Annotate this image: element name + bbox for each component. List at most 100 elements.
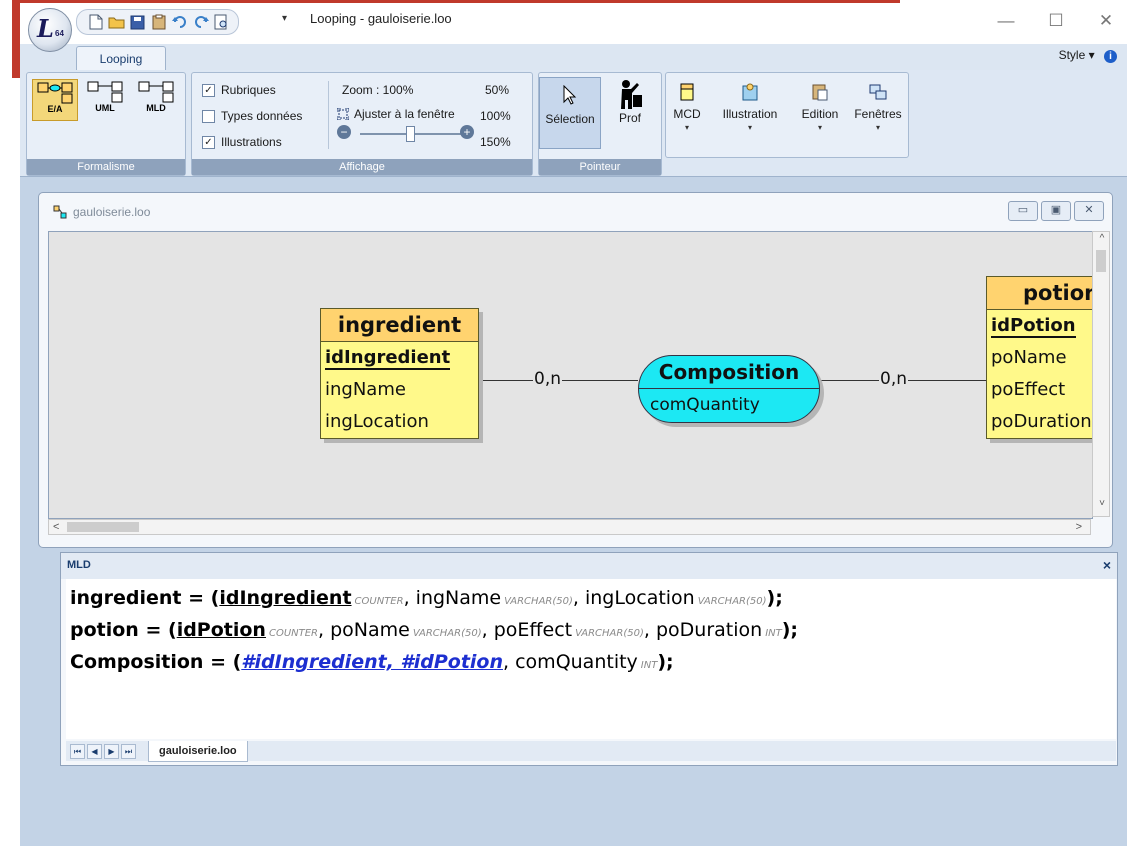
- illustration-menu-button[interactable]: Illustration ▾: [710, 77, 790, 153]
- formalism-ea-label: E/A: [47, 104, 63, 114]
- close-button[interactable]: ✕: [1086, 8, 1126, 34]
- mld-close-button[interactable]: ×: [1103, 557, 1111, 573]
- app-logo-button[interactable]: L 64: [28, 8, 72, 52]
- field-name: ingName: [415, 587, 502, 609]
- entity-potion[interactable]: potion idPotion poName poEffect poDurati…: [986, 276, 1092, 439]
- field-name: poDuration: [655, 619, 763, 641]
- scroll-left-button[interactable]: <: [53, 520, 59, 534]
- minimize-button[interactable]: —: [986, 8, 1026, 34]
- zoom-in-button[interactable]: +: [460, 125, 474, 139]
- horizontal-scroll-thumb[interactable]: [67, 522, 139, 532]
- field-separator: ,: [503, 651, 516, 673]
- doc-minimize-button[interactable]: ▭: [1008, 201, 1038, 221]
- checkbox-rubriques[interactable]: ✓ Rubriques: [202, 79, 276, 101]
- edition-menu-button[interactable]: Edition ▾: [794, 77, 846, 153]
- formalism-uml-button[interactable]: UML: [83, 79, 127, 119]
- quick-access-toolbar: [76, 9, 239, 35]
- redo-icon[interactable]: [192, 14, 209, 31]
- undo-icon[interactable]: [171, 14, 188, 31]
- style-menu-button[interactable]: Style ▾ i: [1059, 48, 1117, 63]
- checkbox-illustrations-box[interactable]: ✓: [202, 135, 215, 149]
- mld-text-area[interactable]: ingredient = (idIngredient COUNTER, ingNa…: [66, 579, 1116, 739]
- relation-open: = (: [203, 651, 242, 673]
- doc-close-button[interactable]: ✕: [1074, 201, 1104, 221]
- zoom-150-button[interactable]: 150%: [480, 135, 511, 149]
- checkbox-types-donnees[interactable]: Types données: [202, 105, 302, 127]
- relation-foreign-keys[interactable]: #idIngredient, #idPotion: [241, 651, 503, 673]
- group-affichage-label: Affichage: [192, 159, 532, 175]
- background-window-strip: [0, 0, 20, 846]
- field-separator: ,: [318, 619, 331, 641]
- association-attr: comQuantity: [650, 395, 760, 415]
- previous-sheet-button[interactable]: ◀: [87, 744, 102, 759]
- field-type: INT: [765, 628, 782, 639]
- first-sheet-button[interactable]: ⏮: [70, 744, 85, 759]
- info-icon[interactable]: i: [1104, 50, 1117, 63]
- checkbox-illustrations[interactable]: ✓ Illustrations: [202, 131, 282, 153]
- entity-potion-attr: poName: [991, 347, 1067, 368]
- fit-window-icon: [337, 108, 349, 120]
- pointer-selection-label: Sélection: [545, 112, 595, 126]
- field-separator: ,: [403, 587, 416, 609]
- group-affichage: ✓ Rubriques Types données ✓ Illustration…: [191, 72, 533, 176]
- entity-ingredient[interactable]: ingredient idIngredient ingName ingLocat…: [320, 308, 479, 439]
- diagram-canvas[interactable]: 0,n 0,n ingredient idIngredient ingName …: [48, 231, 1093, 519]
- field-type: VARCHAR(50): [504, 596, 573, 607]
- save-icon[interactable]: [129, 14, 146, 31]
- zoom-slider-track[interactable]: [360, 133, 472, 135]
- formalism-ea-button[interactable]: E/A: [32, 79, 78, 121]
- horizontal-scrollbar[interactable]: < >: [48, 519, 1091, 535]
- mld-relation-potion: potion = (idPotion COUNTER, poName VARCHAR…: [70, 619, 798, 641]
- mld-panel-title: MLD: [67, 559, 91, 571]
- teacher-icon: [600, 77, 660, 111]
- checkbox-types-donnees-box[interactable]: [202, 109, 215, 123]
- pointer-prof-button[interactable]: Prof: [600, 77, 660, 147]
- zoom-slider-thumb[interactable]: [406, 126, 415, 142]
- logo-letter: L: [37, 14, 54, 43]
- formalism-mld-button[interactable]: MLD: [134, 79, 178, 119]
- zoom-100-button[interactable]: 100%: [480, 109, 511, 123]
- zoom-out-button[interactable]: −: [337, 125, 351, 139]
- chevron-down-icon: ▾: [1088, 48, 1095, 62]
- scroll-right-button[interactable]: >: [1076, 520, 1082, 534]
- association-composition[interactable]: Composition comQuantity: [638, 355, 820, 423]
- style-label: Style: [1058, 48, 1086, 62]
- group-formalisme: E/A UML MLD Formalisme: [26, 72, 186, 176]
- fit-to-window-label: Ajuster à la fenêtre: [354, 107, 455, 121]
- print-preview-icon[interactable]: [213, 14, 230, 31]
- field-type: VARCHAR(50): [575, 628, 644, 639]
- field-name: poName: [330, 619, 410, 641]
- field-name: poEffect: [493, 619, 573, 641]
- new-file-icon[interactable]: [87, 14, 104, 31]
- mcd-menu-button[interactable]: MCD ▾: [668, 77, 706, 153]
- logo-badge: 64: [55, 29, 64, 38]
- tab-looping[interactable]: Looping: [76, 46, 166, 71]
- field-separator: ,: [643, 619, 656, 641]
- open-folder-icon[interactable]: [108, 14, 125, 31]
- illustration-menu-label: Illustration: [722, 107, 778, 121]
- doc-restore-button[interactable]: ▣: [1041, 201, 1071, 221]
- mcd-entity-icon: [668, 77, 706, 107]
- fenetres-menu-button[interactable]: Fenêtres ▾: [850, 77, 906, 153]
- window-title: Looping - gauloiserie.loo: [310, 11, 452, 26]
- fit-to-window-button[interactable]: Ajuster à la fenêtre: [337, 107, 455, 121]
- association-name: Composition: [639, 356, 819, 389]
- cardinality-potion[interactable]: 0,n: [879, 369, 908, 389]
- quick-access-more-button[interactable]: ▾: [282, 13, 287, 24]
- last-sheet-button[interactable]: ⏭: [121, 744, 136, 759]
- scroll-up-button[interactable]: ^: [1096, 233, 1108, 244]
- paste-icon[interactable]: [150, 14, 167, 31]
- sheet-tab-gauloiserie[interactable]: gauloiserie.loo: [148, 741, 248, 762]
- next-sheet-button[interactable]: ▶: [104, 744, 119, 759]
- pointer-selection-button[interactable]: Sélection: [539, 77, 601, 149]
- vertical-scrollbar[interactable]: ^ ˅: [1092, 231, 1110, 517]
- maximize-button[interactable]: ☐: [1036, 8, 1076, 34]
- scroll-down-button[interactable]: ˅: [1096, 498, 1108, 509]
- checkbox-rubriques-box[interactable]: ✓: [202, 83, 215, 97]
- entity-ingredient-attr: ingLocation: [325, 411, 429, 432]
- group-formalisme-label: Formalisme: [27, 159, 185, 175]
- vertical-scroll-thumb[interactable]: [1096, 250, 1106, 272]
- document-title-bar: gauloiserie.loo: [53, 205, 150, 219]
- cardinality-ingredient[interactable]: 0,n: [533, 369, 562, 389]
- zoom-50-button[interactable]: 50%: [485, 83, 509, 97]
